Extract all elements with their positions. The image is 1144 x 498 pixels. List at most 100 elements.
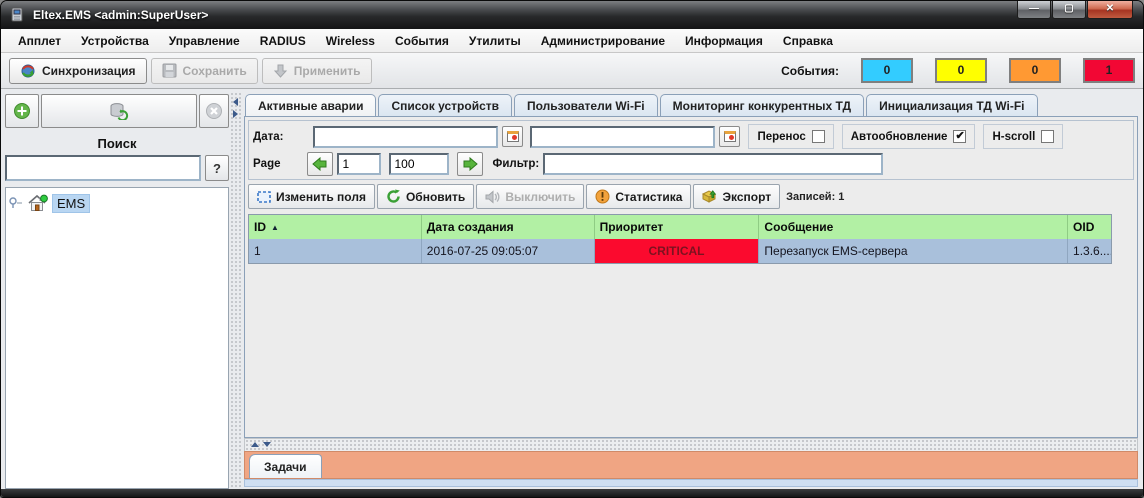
tab-wifi-ap-init[interactable]: Инициализация ТД Wi-Fi [866,94,1038,116]
tree-node-ems[interactable]: EMS [8,192,226,214]
counter-info[interactable]: 0 [861,58,913,83]
add-node-button[interactable] [5,94,39,128]
horizontal-splitter[interactable] [244,438,1138,451]
sync-button-label: Синхронизация [42,63,136,78]
sync-button[interactable]: Синхронизация [9,57,147,84]
column-priority-label: Приоритет [599,220,664,234]
menu-wireless[interactable]: Wireless [317,31,384,51]
table-row[interactable]: 1 2016-07-25 09:05:07 CRITICAL Перезапус… [249,239,1111,263]
cell-id[interactable]: 1 [249,239,422,263]
wrap-label: Перенос [757,130,806,143]
next-page-button[interactable] [456,151,483,176]
db-refresh-button[interactable] [41,94,197,128]
date-to-calendar-button[interactable] [719,126,741,147]
tab-tasks[interactable]: Задачи [249,454,322,478]
save-button-label: Сохранить [182,63,247,78]
column-created-label: Дата создания [426,220,514,234]
save-button[interactable]: Сохранить [150,57,258,84]
menu-devices[interactable]: Устройства [72,31,158,51]
calendar-icon [506,131,519,142]
minimize-button[interactable]: — [1017,1,1051,19]
expand-down-icon[interactable] [263,442,271,447]
autorefresh-label: Автообновление [850,130,948,143]
search-input[interactable] [5,155,201,181]
menu-utilities[interactable]: Утилиты [460,31,530,51]
page-number-input[interactable] [336,152,381,175]
export-button[interactable]: Экспорт [693,184,781,209]
apply-button[interactable]: Применить [261,57,372,84]
counter-critical[interactable]: 1 [1083,58,1135,83]
column-header-message[interactable]: Сообщение [759,215,1069,239]
column-header-oid[interactable]: OID [1068,215,1111,239]
remove-node-button[interactable] [199,94,229,128]
hscroll-label: H-scroll [992,130,1036,143]
column-header-id[interactable]: ID ▲ [249,215,422,239]
title-bar[interactable]: Eltex.EMS <admin:SuperUser> — ▢ ✕ [1,1,1143,29]
hscroll-checkbox[interactable] [1041,130,1055,143]
tab-ap-monitoring[interactable]: Мониторинг конкурентных ТД [659,94,865,116]
expand-up-icon[interactable] [251,442,259,447]
menu-events[interactable]: События [386,31,458,51]
menu-management[interactable]: Управление [160,31,249,51]
counter-major[interactable]: 0 [1009,58,1061,83]
menu-administration[interactable]: Администрирование [532,31,674,51]
date-from-input[interactable] [313,125,499,148]
close-button[interactable]: ✕ [1087,1,1133,19]
sync-globe-icon [20,63,36,79]
mute-button[interactable]: Выключить [476,184,585,209]
save-floppy-icon [162,63,177,78]
tab-bar: Активные аварии Список устройств Пользов… [243,92,1139,116]
column-header-created[interactable]: Дата создания [422,215,595,239]
body: Поиск ? EMS Активные аварии Список устро… [1,89,1143,489]
menu-bar: Апплет Устройства Управление RADIUS Wire… [1,29,1143,53]
apply-button-label: Применить [293,63,361,78]
ems-server-home-icon [27,194,49,213]
vertical-splitter[interactable] [230,92,242,489]
maximize-button[interactable]: ▢ [1052,1,1086,19]
cell-message[interactable]: Перезапуск EMS-сервера [759,239,1069,263]
tab-device-list[interactable]: Список устройств [378,94,512,116]
column-oid-label: OID [1073,220,1095,234]
window-bottom-border [1,489,1143,497]
refresh-button[interactable]: Обновить [376,184,475,209]
menu-radius[interactable]: RADIUS [251,31,315,51]
main-area: Активные аварии Список устройств Пользов… [243,92,1139,489]
statistics-alert-icon [595,189,610,204]
cell-created[interactable]: 2016-07-25 09:05:07 [422,239,595,263]
tab-active-alarms[interactable]: Активные аварии [245,94,377,116]
export-label: Экспорт [722,189,772,204]
cell-priority[interactable]: CRITICAL [594,239,760,263]
collapse-right-icon[interactable] [233,110,238,118]
calendar-icon [723,131,736,142]
tree-expand-handle-icon[interactable] [8,195,24,211]
export-icon [702,189,717,204]
date-to-input[interactable] [530,125,716,148]
table-header-row: ID ▲ Дата создания Приоритет Сообщение O… [249,215,1111,239]
menu-help[interactable]: Справка [774,31,842,51]
search-row: ? [5,155,229,181]
statistics-button[interactable]: Статистика [586,184,692,209]
search-help-button[interactable]: ? [205,155,229,181]
tab-wifi-users[interactable]: Пользователи Wi-Fi [514,94,658,116]
statistics-label: Статистика [615,189,683,204]
column-header-priority[interactable]: Приоритет [595,215,760,239]
cell-oid[interactable]: 1.3.6.... [1068,239,1111,263]
counter-warning[interactable]: 0 [935,58,987,83]
edit-fields-button[interactable]: Изменить поля [248,184,375,209]
page-label: Page [253,157,281,170]
menu-information[interactable]: Информация [676,31,772,51]
edit-fields-icon [257,190,271,203]
collapse-left-icon[interactable] [233,98,238,106]
date-label: Дата: [253,130,284,143]
events-label: События: [781,63,839,78]
window-controls: — ▢ ✕ [1016,1,1133,19]
menu-applet[interactable]: Апплет [9,31,70,51]
wrap-checkbox[interactable] [811,130,825,143]
page-size-input[interactable] [388,152,449,175]
tree-node-label[interactable]: EMS [52,193,91,213]
filter-input[interactable] [543,152,884,175]
autorefresh-checkbox[interactable] [953,129,967,143]
prev-page-button[interactable] [306,151,333,176]
date-from-calendar-button[interactable] [502,126,524,147]
device-tree: EMS [5,187,229,489]
